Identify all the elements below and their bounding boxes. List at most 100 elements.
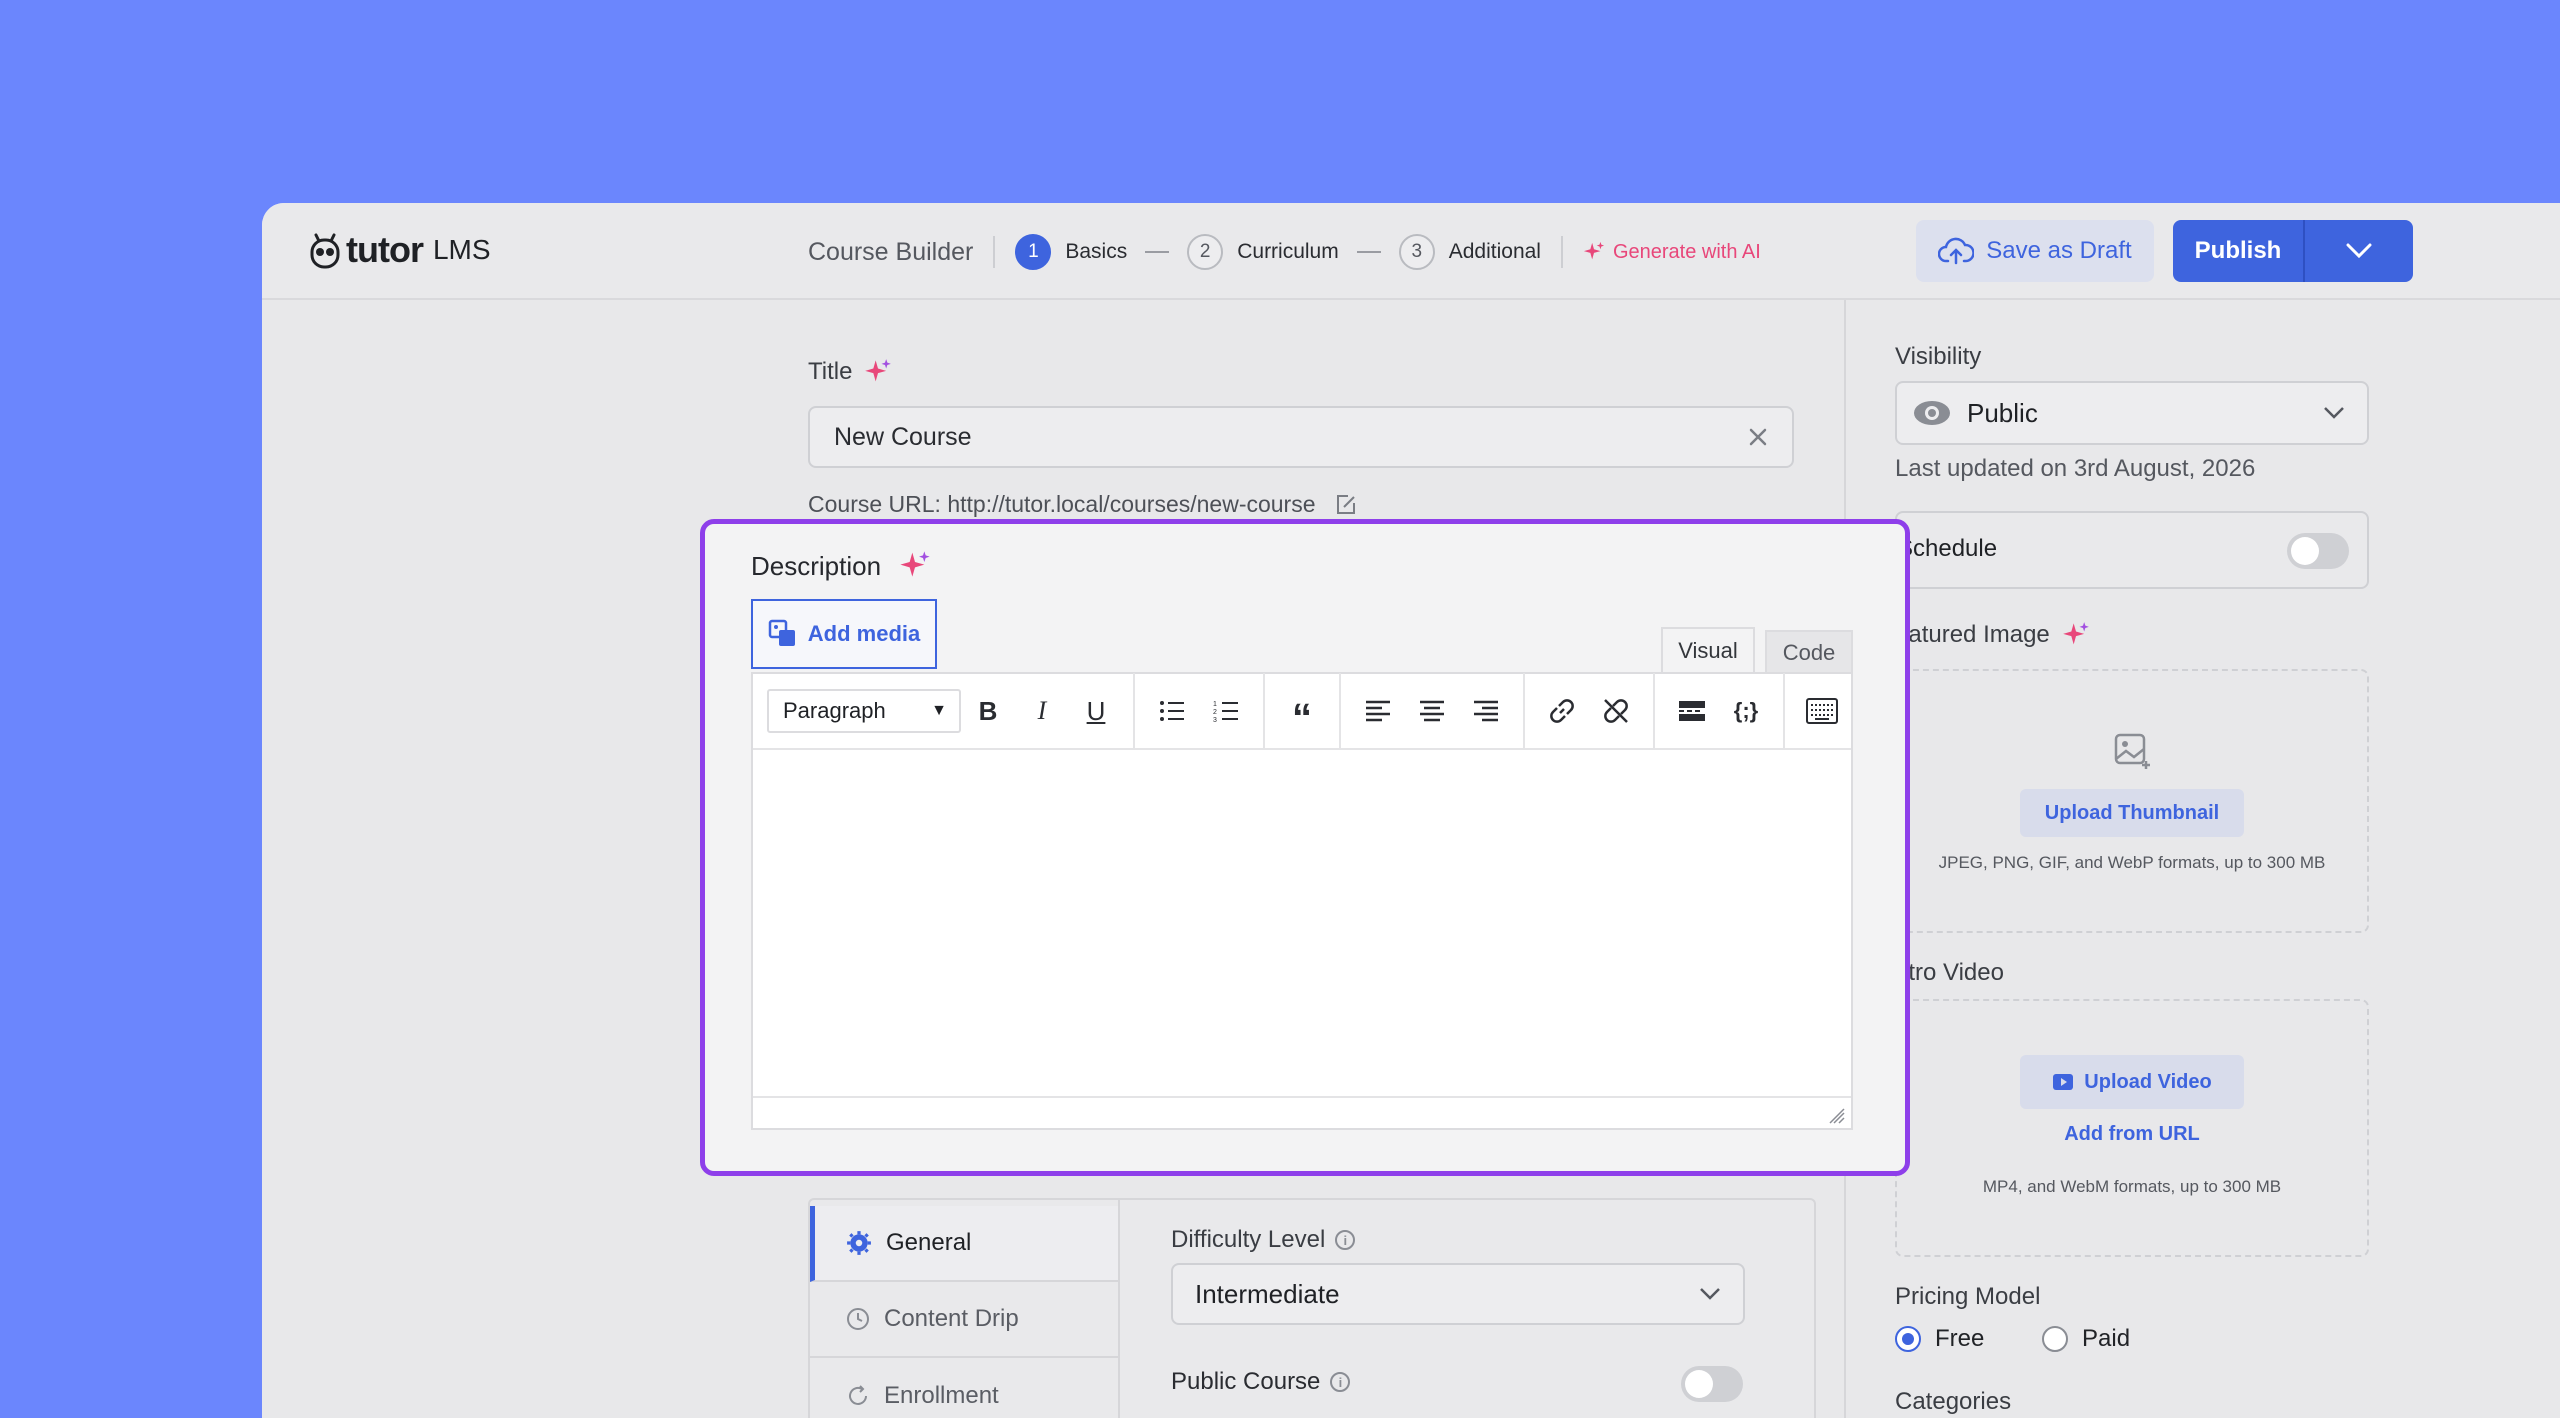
- schedule-toggle[interactable]: [2287, 533, 2349, 569]
- format-select[interactable]: Paragraph ▼: [767, 689, 961, 733]
- step-number: 3: [1398, 234, 1435, 270]
- step-curriculum[interactable]: 2 Curriculum: [1187, 234, 1339, 270]
- tutor-logo[interactable]: tutor LMS: [310, 229, 491, 271]
- course-url: Course URL: http://tutor.local/courses/n…: [808, 491, 1358, 518]
- add-media-button[interactable]: Add media: [751, 599, 937, 669]
- svg-text:2: 2: [1213, 709, 1217, 716]
- pricing-free-option[interactable]: Free: [1895, 1325, 1984, 1353]
- info-icon[interactable]: i: [1335, 1230, 1356, 1250]
- difficulty-value: Intermediate: [1195, 1278, 1340, 1309]
- visibility-label: Visibility: [1895, 343, 1982, 370]
- rich-text-editor: Paragraph ▼ B I U 123 “ {;}: [751, 672, 1853, 1130]
- logo-word: tutor: [346, 229, 424, 270]
- ai-sparkle-icon[interactable]: [2062, 621, 2090, 649]
- blockquote-icon[interactable]: “: [1275, 684, 1329, 740]
- upload-video-label: Upload Video: [2084, 1070, 2212, 1093]
- step-connector: [1356, 251, 1381, 253]
- step-connector: [1145, 251, 1170, 253]
- settings-tabs: General Content Drip Enrollment: [810, 1200, 1120, 1418]
- tab-enrollment[interactable]: Enrollment: [810, 1358, 1118, 1418]
- publish-options-button[interactable]: [2305, 220, 2413, 282]
- tab-visual[interactable]: Visual: [1661, 627, 1755, 673]
- step-additional[interactable]: 3 Additional: [1398, 234, 1541, 270]
- link-icon[interactable]: [1535, 684, 1589, 738]
- add-from-url-link[interactable]: Add from URL: [1895, 1123, 2369, 1146]
- description-panel: Description Add media Visual Code Paragr…: [700, 519, 1910, 1176]
- generate-ai-button[interactable]: Generate with AI: [1583, 241, 1761, 264]
- code-block-icon[interactable]: {;}: [1719, 684, 1773, 738]
- edit-icon[interactable]: [1334, 493, 1358, 517]
- eye-icon: [1914, 401, 1950, 425]
- public-course-label-text: Public Course: [1171, 1368, 1321, 1395]
- tab-label: Content Drip: [884, 1305, 1019, 1332]
- save-draft-label: Save as Draft: [1986, 237, 2132, 264]
- info-icon[interactable]: i: [1330, 1372, 1351, 1392]
- format-value: Paragraph: [783, 698, 886, 723]
- italic-icon[interactable]: I: [1015, 684, 1069, 738]
- tab-code[interactable]: Code: [1765, 630, 1853, 673]
- categories-label: Categories: [1895, 1388, 2012, 1415]
- tutor-owl-icon: [310, 233, 340, 269]
- unlink-icon[interactable]: [1589, 684, 1643, 738]
- visibility-select[interactable]: Public: [1895, 381, 2369, 445]
- ai-sparkle-icon[interactable]: [864, 358, 892, 386]
- step-number: 2: [1187, 234, 1224, 270]
- difficulty-label: Difficulty Level i: [1171, 1226, 1356, 1254]
- title-input[interactable]: New Course: [808, 406, 1794, 468]
- course-url-link[interactable]: http://tutor.local/courses/new-course: [947, 491, 1315, 517]
- bold-icon[interactable]: B: [961, 684, 1015, 738]
- upload-thumbnail-button[interactable]: Upload Thumbnail: [2020, 789, 2244, 837]
- chevron-down-icon: [2324, 407, 2344, 419]
- read-more-icon[interactable]: [1665, 684, 1719, 738]
- course-builder-label: Course Builder: [808, 237, 974, 266]
- resize-handle-icon[interactable]: [1829, 1108, 1845, 1124]
- upload-video-button[interactable]: Upload Video: [2020, 1055, 2244, 1109]
- toolbar-toggle-icon[interactable]: [1795, 684, 1849, 738]
- top-header: tutor LMS Course Builder 1 Basics 2 Curr…: [262, 203, 2560, 300]
- media-icon: [768, 619, 795, 646]
- step-nav: Course Builder 1 Basics 2 Curriculum 3 A…: [808, 231, 1761, 273]
- save-draft-button[interactable]: Save as Draft: [1916, 220, 2154, 282]
- title-value: New Course: [834, 422, 972, 451]
- generate-ai-label: Generate with AI: [1612, 240, 1761, 263]
- editor-toolbar: Paragraph ▼ B I U 123 “ {;}: [753, 673, 1851, 750]
- align-right-icon[interactable]: [1459, 684, 1513, 738]
- description-label-text: Description: [751, 550, 882, 581]
- align-left-icon[interactable]: [1351, 684, 1405, 738]
- refresh-icon: [849, 1385, 867, 1405]
- publish-button[interactable]: Publish: [2173, 220, 2305, 282]
- chevron-down-icon: [2346, 243, 2372, 259]
- clear-icon[interactable]: [1748, 427, 1768, 447]
- thumbnail-format-hint: JPEG, PNG, GIF, and WebP formats, up to …: [1938, 853, 2326, 872]
- ai-sparkle-icon[interactable]: [899, 550, 931, 582]
- sparkle-icon: [1583, 241, 1605, 260]
- title-label-text: Title: [808, 358, 853, 385]
- divider: [993, 236, 996, 268]
- video-icon: [2053, 1074, 2074, 1090]
- pricing-paid-label: Paid: [2082, 1325, 2131, 1352]
- difficulty-select[interactable]: Intermediate: [1171, 1263, 1745, 1325]
- featured-image-label-text: eatured Image: [1895, 621, 2050, 648]
- align-center-icon[interactable]: [1405, 684, 1459, 738]
- tab-content-drip[interactable]: Content Drip: [810, 1282, 1118, 1358]
- featured-image-label: eatured Image: [1895, 621, 2090, 649]
- pricing-paid-option[interactable]: Paid: [2042, 1325, 2130, 1353]
- schedule-card: Schedule: [1895, 511, 2369, 589]
- cloud-upload-icon: [1938, 237, 1975, 265]
- bullet-list-icon[interactable]: [1145, 684, 1199, 738]
- radio-selected[interactable]: [1895, 1326, 1921, 1352]
- divider: [1560, 236, 1563, 268]
- title-label: Title: [808, 358, 892, 386]
- underline-icon[interactable]: U: [1069, 684, 1123, 738]
- numbered-list-icon[interactable]: 123: [1199, 684, 1253, 738]
- svg-text:3: 3: [1213, 717, 1217, 723]
- step-number: 1: [1015, 234, 1052, 270]
- step-basics[interactable]: 1 Basics: [1015, 234, 1127, 270]
- radio-unselected[interactable]: [2042, 1326, 2068, 1352]
- editor-content-area[interactable]: [753, 750, 1851, 1096]
- editor-statusbar: [753, 1096, 1851, 1128]
- public-course-toggle[interactable]: [1681, 1366, 1743, 1402]
- tab-label: Enrollment: [884, 1382, 999, 1409]
- last-updated-text: Last updated on 3rd August, 2026: [1895, 455, 2256, 482]
- tab-general[interactable]: General: [810, 1206, 1118, 1282]
